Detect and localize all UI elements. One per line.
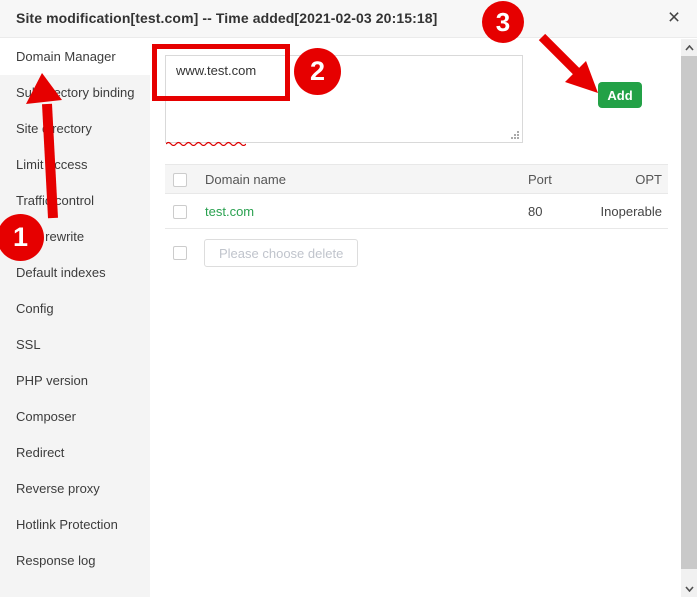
sidebar-item-reverse-proxy[interactable]: Reverse proxy (0, 471, 150, 507)
close-icon[interactable]: × (661, 5, 687, 31)
bulk-select-checkbox[interactable] (173, 246, 187, 260)
scrollbar-up-arrow-icon[interactable] (681, 39, 697, 56)
sidebar-item-ssl[interactable]: SSL (0, 327, 150, 363)
scrollbar-thumb[interactable] (681, 56, 697, 569)
site-modification-dialog: Site modification[test.com] -- Time adde… (0, 0, 697, 597)
port-cell: 80 (528, 203, 543, 219)
vertical-scrollbar[interactable] (681, 39, 697, 597)
header-domain-name: Domain name (205, 171, 286, 187)
dialog-titlebar: Site modification[test.com] -- Time adde… (0, 0, 697, 38)
domain-table-header: Domain name Port OPT (165, 164, 668, 194)
sidebar-item-site-directory[interactable]: Site directory (0, 111, 150, 147)
add-domain-button[interactable]: Add (598, 82, 642, 108)
domain-input[interactable]: www.test.com (165, 55, 523, 146)
spellcheck-squiggle (166, 141, 246, 146)
domain-table: Domain name Port OPT test.com 80 Inopera… (165, 164, 668, 229)
sidebar-item-redirect[interactable]: Redirect (0, 435, 150, 471)
sidebar-item-composer[interactable]: Composer (0, 399, 150, 435)
domain-input-value: www.test.com (176, 63, 257, 78)
sidebar-item-limit-access[interactable]: Limit access (0, 147, 150, 183)
sidebar-item-url-rewrite[interactable]: URL rewrite (0, 219, 150, 255)
delete-selected-button[interactable]: Please choose delete (204, 239, 359, 267)
sidebar-item-default-indexes[interactable]: Default indexes (0, 255, 150, 291)
sidebar-item-subdirectory-binding[interactable]: Subdirectory binding (0, 75, 150, 111)
sidebar-item-php-version[interactable]: PHP version (0, 363, 150, 399)
table-row: test.com 80 Inoperable (165, 194, 668, 229)
textarea-resize-handle[interactable] (510, 130, 520, 140)
opt-cell: Inoperable (600, 203, 662, 219)
sidebar-item-traffic-control[interactable]: Traffic control (0, 183, 150, 219)
bulk-delete-row: Please choose delete (165, 239, 359, 267)
scrollbar-down-arrow-icon[interactable] (681, 580, 697, 597)
dialog-title: Site modification[test.com] -- Time adde… (16, 10, 438, 26)
sidebar-item-response-log[interactable]: Response log (0, 543, 150, 579)
select-all-checkbox[interactable] (173, 172, 187, 187)
sidebar-item-hotlink-protection[interactable]: Hotlink Protection (0, 507, 150, 543)
row-checkbox[interactable] (173, 204, 187, 219)
sidebar-nav: Domain Manager Subdirectory binding Site… (0, 39, 150, 597)
header-port: Port (528, 171, 552, 187)
sidebar-item-domain-manager[interactable]: Domain Manager (0, 39, 150, 75)
domain-cell[interactable]: test.com (205, 204, 254, 219)
domain-manager-panel: www.test.com Add Domain name Port OPT te… (150, 39, 681, 597)
sidebar-item-config[interactable]: Config (0, 291, 150, 327)
header-opt: OPT (635, 171, 662, 187)
